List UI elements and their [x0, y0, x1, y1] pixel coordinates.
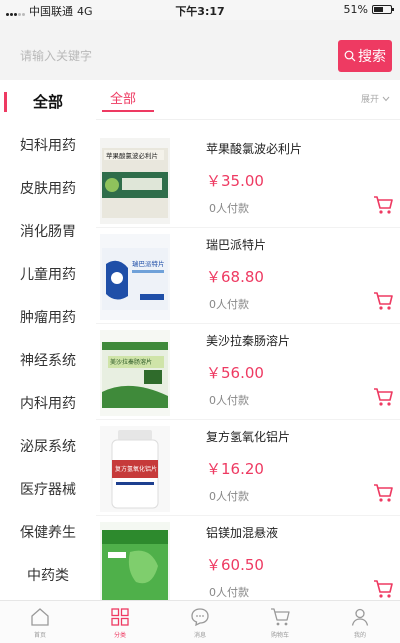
sidebar-item-label: 肿瘤用药 — [20, 310, 76, 326]
product-panel: 全部 展开 苹果酸氯波必利片 苹果酸氯波必利片 ￥35.00 0人付款 瑞巴派特… — [96, 80, 400, 612]
sidebar-item-tcm[interactable]: 中药类 — [0, 558, 96, 592]
nav-cart[interactable]: 购物车 — [240, 601, 320, 643]
nav-label: 分类 — [113, 631, 126, 639]
sidebar-item-label: 妇科用药 — [20, 138, 76, 154]
product-item[interactable]: 美沙拉秦肠溶片 美沙拉秦肠溶片 ￥56.00 0人付款 — [96, 324, 400, 420]
product-image — [100, 522, 170, 608]
add-to-cart-icon[interactable] — [372, 194, 394, 216]
expand-button[interactable]: 展开 — [361, 92, 390, 105]
box-label: 美沙拉秦肠溶片 — [110, 358, 152, 366]
sidebar-item-gynecology[interactable]: 妇科用药 — [0, 128, 96, 162]
sidebar-item-label: 皮肤用药 — [20, 181, 76, 197]
sidebar-item-label: 保健养生 — [20, 525, 76, 541]
expand-label: 展开 — [360, 95, 379, 105]
status-time: 下午3:17 — [175, 5, 225, 18]
sidebar-item-label: 神经系统 — [20, 353, 76, 369]
search-button[interactable]: 搜索 — [338, 40, 392, 72]
box-label: 瑞巴派特片 — [132, 259, 165, 268]
sidebar-item-internal[interactable]: 内科用药 — [0, 386, 96, 420]
add-to-cart-icon[interactable] — [372, 290, 394, 312]
product-name: 美沙拉秦肠溶片 — [206, 334, 291, 348]
nav-label: 购物车 — [270, 631, 289, 639]
message-icon — [191, 607, 209, 626]
product-name: 苹果酸氯波必利片 — [206, 142, 303, 156]
product-image: 美沙拉秦肠溶片 — [100, 330, 170, 416]
search-icon — [344, 50, 356, 62]
product-price: ￥35.00 — [206, 172, 264, 190]
sidebar-item-label: 医疗器械 — [20, 482, 76, 498]
sidebar-item-label: 全部 — [32, 92, 63, 111]
add-to-cart-icon[interactable] — [372, 386, 394, 408]
nav-messages[interactable]: 消息 — [160, 601, 240, 643]
product-name: 铝镁加混悬液 — [206, 526, 279, 540]
sidebar-item-label: 泌尿系统 — [20, 439, 76, 455]
product-item[interactable]: 铝镁加混悬液 ￥60.50 0人付款 — [96, 516, 400, 612]
nav-label: 首页 — [33, 631, 46, 639]
product-item[interactable]: 瑞巴派特片 瑞巴派特片 ￥68.80 0人付款 — [96, 228, 400, 324]
sidebar-item-label: 儿童用药 — [20, 267, 76, 283]
product-name: 瑞巴派特片 — [206, 238, 267, 252]
sidebar-item-label: 中药类 — [27, 568, 69, 584]
add-to-cart-icon[interactable] — [372, 482, 394, 504]
sidebar-item-devices[interactable]: 医疗器械 — [0, 472, 96, 506]
app-screen: 中国联通 4G 下午3:17 51% 搜索 全部 妇科用药 皮肤用药 消化肠胃 … — [0, 0, 400, 643]
nav-profile[interactable]: 我的 — [320, 601, 400, 643]
add-to-cart-icon[interactable] — [372, 578, 394, 600]
status-right: 51% — [343, 3, 394, 16]
search-bar: 搜索 — [0, 20, 400, 88]
chevron-down-icon — [382, 96, 390, 101]
product-price: ￥56.00 — [206, 364, 264, 382]
search-button-label: 搜索 — [358, 49, 386, 65]
product-sold-count: 0人付款 — [209, 298, 249, 311]
cart-icon — [271, 607, 290, 625]
box-label: 苹果酸氯波必利片 — [106, 151, 158, 160]
sidebar-item-skin[interactable]: 皮肤用药 — [0, 171, 96, 205]
category-icon — [111, 607, 129, 626]
product-item[interactable]: 复方氢氧化铝片 复方氢氧化铝片 ￥16.20 0人付款 — [96, 420, 400, 516]
product-image: 瑞巴派特片 — [100, 234, 170, 320]
product-price: ￥68.80 — [206, 268, 264, 286]
product-price: ￥60.50 — [206, 556, 264, 574]
sidebar-item-tumor[interactable]: 肿瘤用药 — [0, 300, 96, 334]
bottom-nav: 首页 分类 消息 购物车 我的 — [0, 600, 400, 643]
filter-tabs: 全部 展开 — [96, 80, 400, 120]
nav-label: 我的 — [353, 631, 366, 639]
product-name: 复方氢氧化铝片 — [206, 430, 291, 444]
product-sold-count: 0人付款 — [209, 202, 249, 215]
sidebar-item-all[interactable]: 全部 — [0, 84, 96, 118]
product-image: 苹果酸氯波必利片 — [100, 138, 170, 224]
sidebar-item-label: 消化肠胃 — [20, 224, 76, 240]
nav-home[interactable]: 首页 — [0, 601, 80, 643]
product-sold-count: 0人付款 — [209, 586, 249, 599]
sidebar-item-label: 内科用药 — [20, 396, 76, 412]
tab-underline — [102, 110, 154, 112]
search-input[interactable] — [8, 40, 338, 72]
box-label: 复方氢氧化铝片 — [115, 465, 157, 473]
home-icon — [31, 607, 49, 626]
sidebar-item-neuro[interactable]: 神经系统 — [0, 343, 96, 377]
user-icon — [351, 608, 369, 626]
status-bar: 中国联通 4G 下午3:17 51% — [0, 0, 400, 20]
category-sidebar: 全部 妇科用药 皮肤用药 消化肠胃 儿童用药 肿瘤用药 神经系统 内科用药 泌尿… — [0, 80, 96, 600]
product-item[interactable]: 苹果酸氯波必利片 苹果酸氯波必利片 ￥35.00 0人付款 — [96, 132, 400, 228]
battery-icon — [372, 5, 394, 14]
battery-percent: 51% — [343, 3, 368, 16]
product-sold-count: 0人付款 — [209, 394, 249, 407]
sidebar-item-digestive[interactable]: 消化肠胃 — [0, 214, 96, 248]
sidebar-item-health[interactable]: 保健养生 — [0, 515, 96, 549]
product-price: ￥16.20 — [206, 460, 264, 478]
sidebar-item-urinary[interactable]: 泌尿系统 — [0, 429, 96, 463]
nav-label: 消息 — [193, 631, 206, 639]
product-image: 复方氢氧化铝片 — [100, 426, 170, 512]
tab-all[interactable]: 全部 — [110, 88, 136, 107]
nav-category[interactable]: 分类 — [80, 601, 160, 643]
product-sold-count: 0人付款 — [209, 490, 249, 503]
sidebar-item-children[interactable]: 儿童用药 — [0, 257, 96, 291]
